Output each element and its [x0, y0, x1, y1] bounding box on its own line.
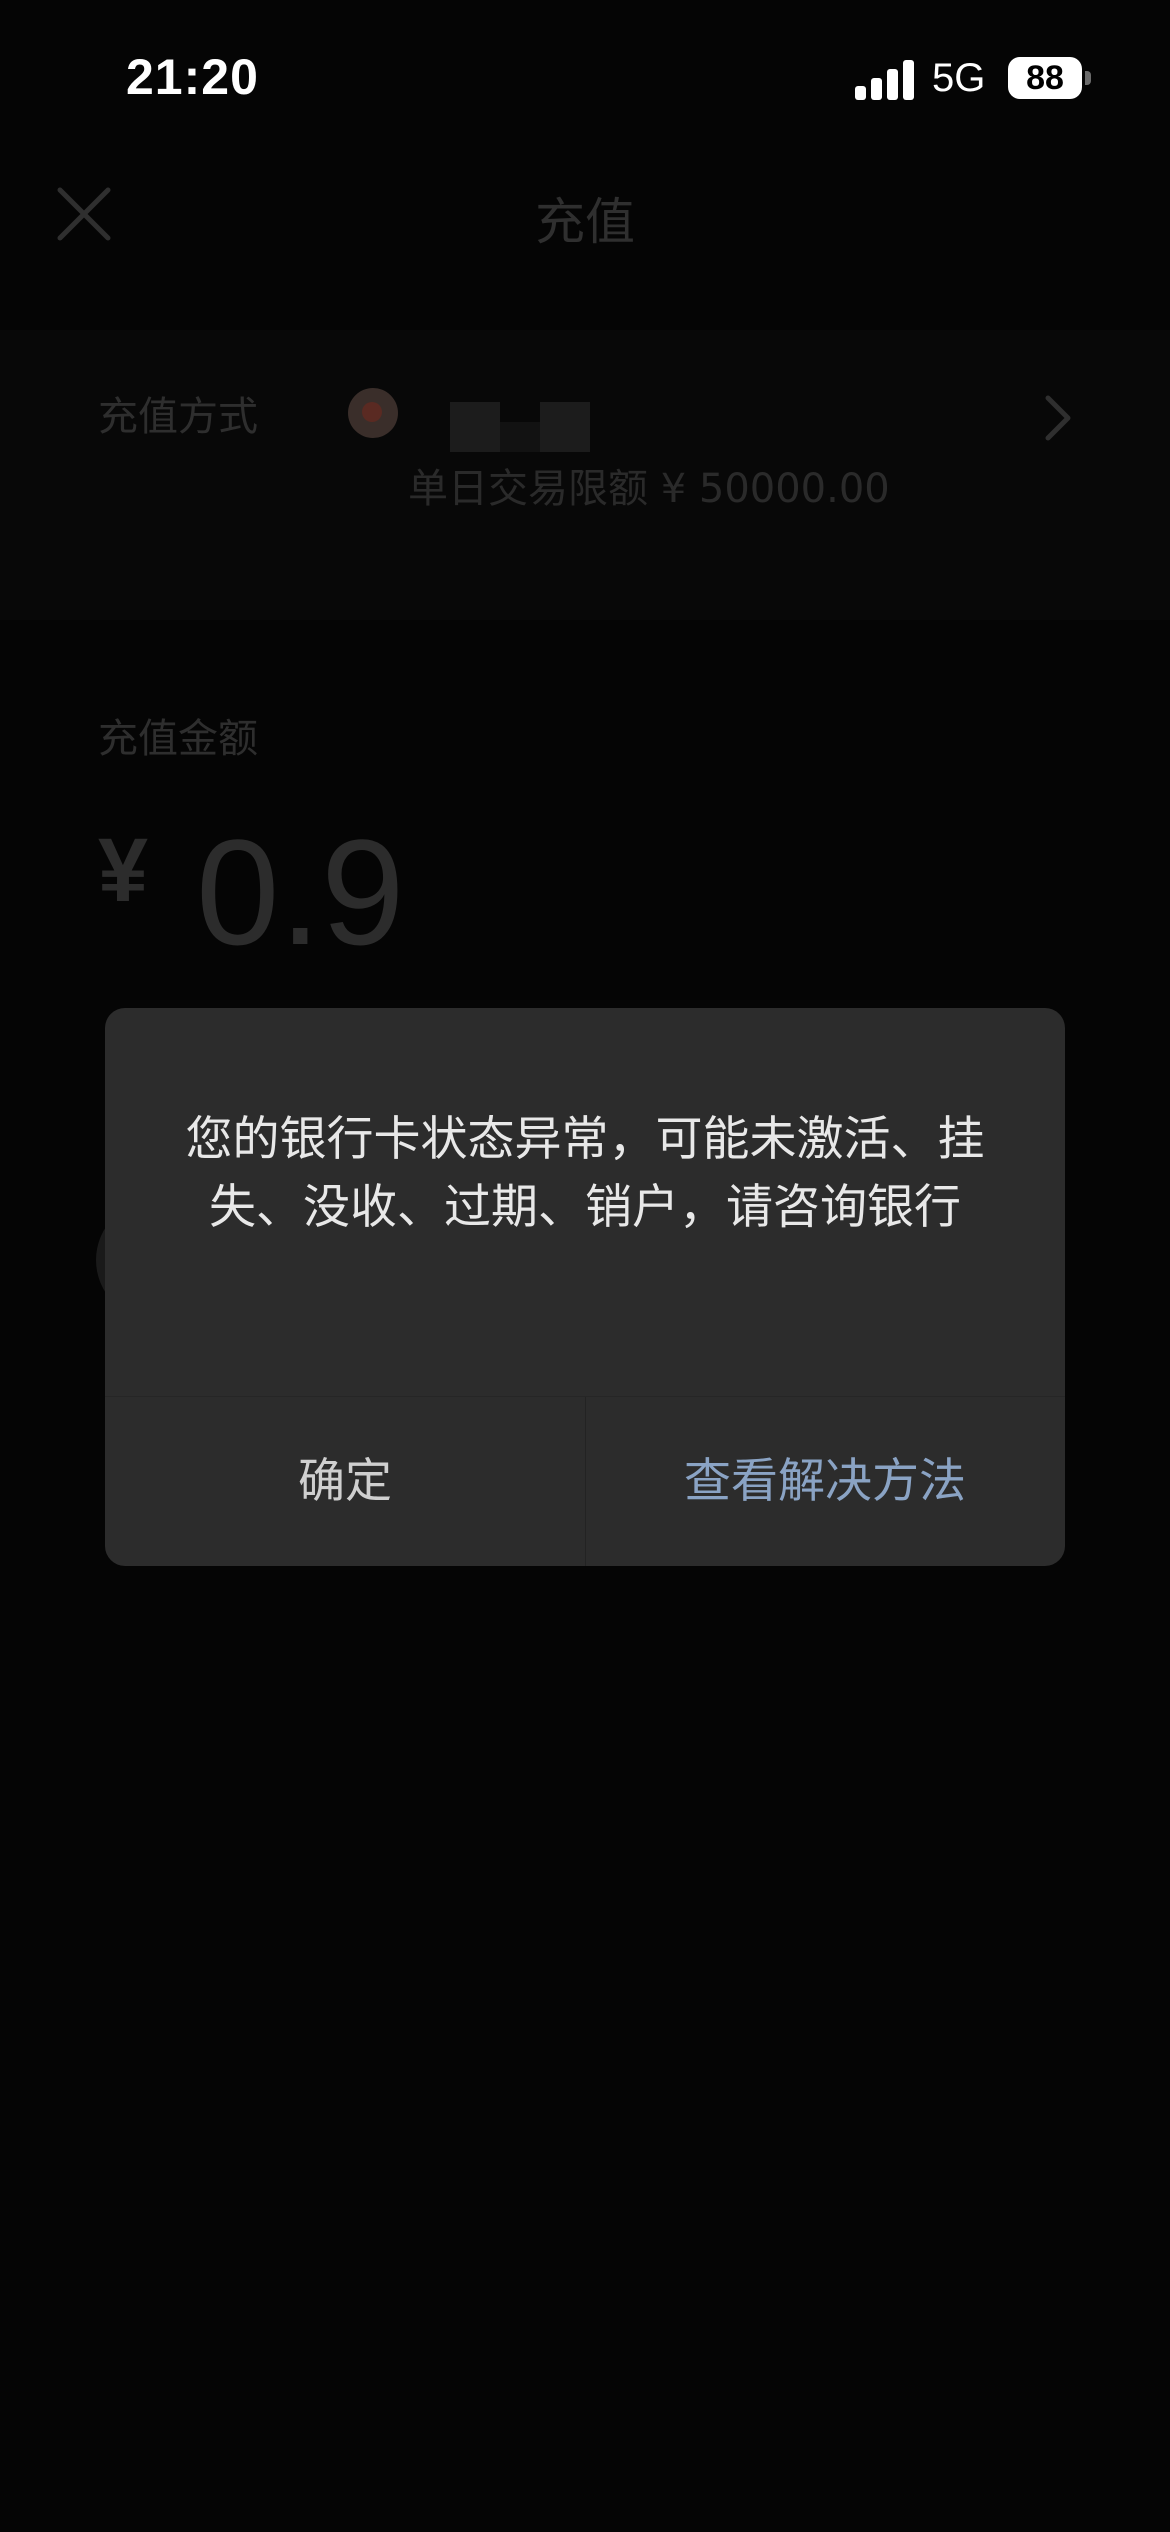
status-time: 21:20 [126, 49, 259, 105]
dialog-actions: 确定 查看解决方法 [105, 1396, 1065, 1566]
signal-icon [855, 58, 915, 100]
dialog-message: 您的银行卡状态异常，可能未激活、挂失、没收、过期、销户，请咨询银行 [185, 1112, 985, 1235]
bank-logo-icon [348, 388, 398, 438]
view-solution-button[interactable]: 查看解决方法 [585, 1397, 1065, 1566]
battery-cap [1085, 71, 1091, 85]
amount-label: 充值金额 [98, 716, 258, 762]
page-title: 充值 [535, 193, 635, 251]
currency-symbol: ¥ [98, 821, 149, 921]
error-dialog: 您的银行卡状态异常，可能未激活、挂失、没收、过期、销户，请咨询银行 确定 查看解… [105, 1008, 1065, 1566]
daily-limit-text: 单日交易限额 ¥ 50000.00 [408, 466, 890, 512]
nav-bar: 充值 [0, 160, 1170, 270]
confirm-button[interactable]: 确定 [105, 1397, 585, 1566]
chevron-right-icon[interactable] [1040, 388, 1076, 448]
recharge-method-row[interactable]: 充值方式 单日交易限额 ¥ 50000.00 [0, 330, 1170, 620]
battery-level: 88 [1026, 59, 1064, 97]
battery-icon: 88 [1008, 57, 1082, 99]
bank-name-redacted [450, 402, 610, 452]
network-label: 5G [932, 56, 986, 100]
amount-input[interactable]: 0.9 [196, 806, 405, 979]
status-bar: 21:20 5G 88 [0, 0, 1170, 150]
recharge-method-label: 充值方式 [98, 394, 258, 440]
